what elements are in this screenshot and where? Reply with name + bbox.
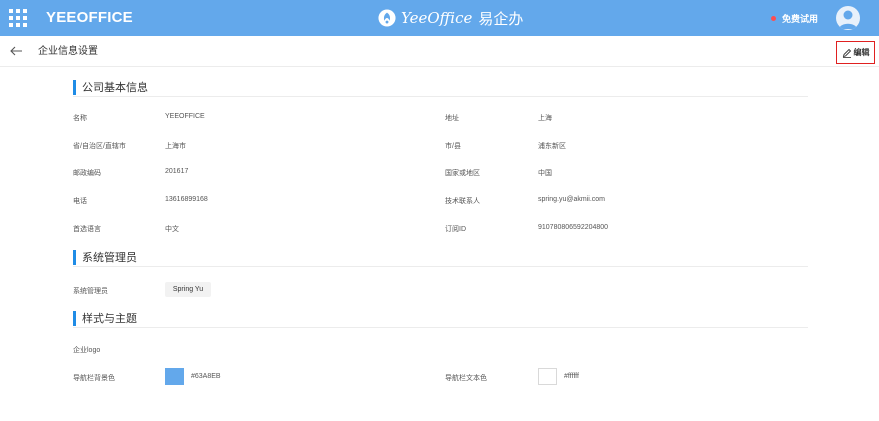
- field-value-name: YEEOFFICE: [165, 113, 205, 120]
- section-title: 公司基本信息: [82, 82, 148, 94]
- field-label-postcode: 邮政编码: [73, 170, 101, 177]
- edit-button-label: 编辑: [853, 48, 870, 57]
- field-value-tech-contact: spring.yu@akmii.com: [538, 196, 606, 203]
- section-accent-bar: [73, 311, 76, 326]
- section-style-theme: 样式与主题: [73, 308, 808, 328]
- field-label-name: 名称: [73, 115, 87, 122]
- section-company-info: 公司基本信息: [73, 77, 808, 97]
- field-value-phone: 13616899168: [165, 196, 208, 203]
- back-arrow-icon[interactable]: [9, 44, 23, 58]
- section-accent-bar: [73, 250, 76, 265]
- apps-grid-icon[interactable]: [9, 9, 27, 27]
- field-value-subscription-id: 910780806592204800: [538, 224, 609, 231]
- field-value-language: 中文: [165, 226, 179, 233]
- nav-bg-color-value: #63A8EB: [191, 373, 221, 380]
- field-label-language: 首选语言: [73, 226, 101, 233]
- top-navigation-bar: YEEOFFICE YeeOffice 易企办 免费试用: [0, 0, 879, 36]
- admin-chip: Spring Yu: [165, 282, 211, 297]
- field-label-tech-contact: 技术联系人: [445, 198, 480, 205]
- field-label-subscription-id: 订阅ID: [445, 226, 466, 233]
- nav-text-color-swatch: [538, 368, 557, 385]
- pencil-icon: [842, 48, 851, 58]
- field-label-province: 省/自治区/直辖市: [73, 143, 126, 150]
- section-accent-bar: [73, 80, 76, 95]
- field-label-country: 国家或地区: [445, 170, 480, 177]
- field-label-phone: 电话: [73, 198, 87, 205]
- user-avatar-icon[interactable]: [836, 6, 860, 30]
- page-title: 企业信息设置: [38, 46, 98, 57]
- section-title: 系统管理员: [82, 252, 137, 264]
- section-title: 样式与主题: [82, 313, 137, 325]
- field-label-logo: 企业logo: [73, 347, 101, 354]
- brand-logo: YeeOffice 易企办: [378, 6, 523, 30]
- field-label-city: 市/县: [445, 143, 461, 150]
- field-value-postcode: 201617: [165, 168, 189, 175]
- field-label-nav-text-color: 导航栏文本色: [445, 375, 487, 382]
- field-value-address: 上海: [538, 115, 552, 122]
- nav-text-color-value: #ffffff: [564, 373, 579, 380]
- brand-chinese-name: 易企办: [478, 10, 524, 28]
- edit-button[interactable]: 编辑: [836, 41, 875, 64]
- trial-dot-icon: [771, 15, 776, 21]
- nav-bg-color-swatch: [165, 368, 184, 385]
- field-label-nav-bg-color: 导航栏背景色: [73, 375, 115, 382]
- field-label-address: 地址: [445, 115, 459, 122]
- field-value-city: 浦东新区: [538, 143, 566, 150]
- brand-logo-icon: [378, 9, 396, 27]
- field-value-country: 中国: [538, 170, 552, 177]
- field-label-admin: 系统管理员: [73, 288, 108, 295]
- free-trial-link[interactable]: 免费试用: [771, 0, 818, 36]
- free-trial-label: 免费试用: [782, 13, 819, 24]
- brand-text: YeeOffice: [401, 9, 473, 27]
- field-value-province: 上海市: [165, 143, 186, 150]
- page-header: 企业信息设置: [0, 36, 879, 67]
- section-system-admins: 系统管理员: [73, 247, 808, 267]
- app-name[interactable]: YEEOFFICE: [46, 0, 133, 36]
